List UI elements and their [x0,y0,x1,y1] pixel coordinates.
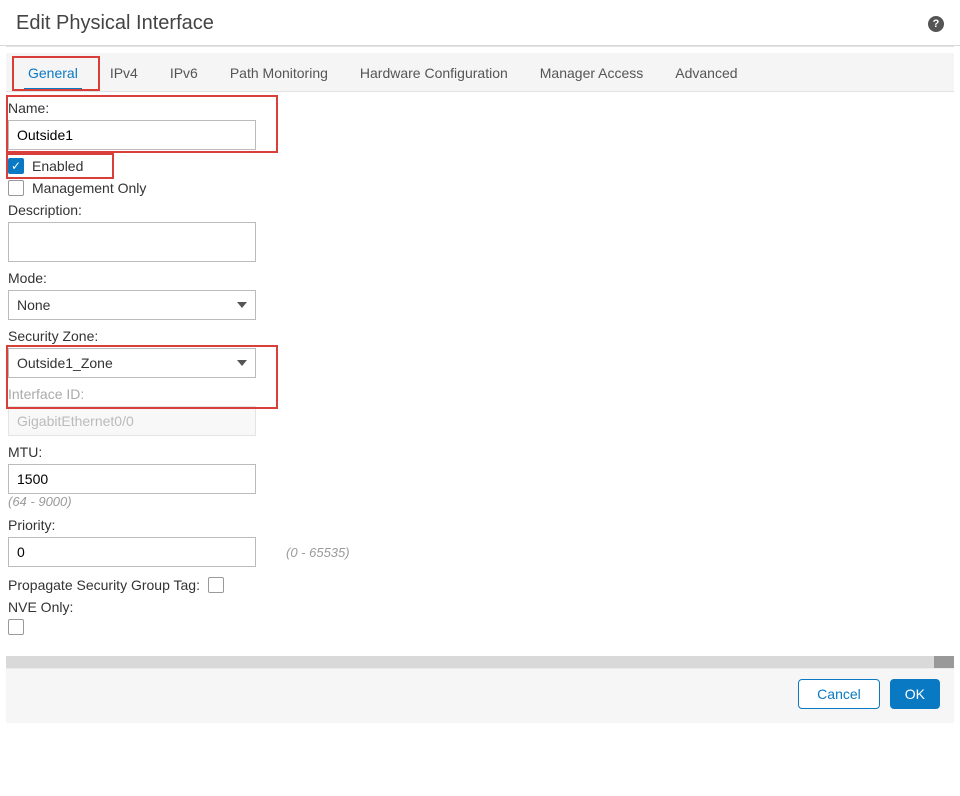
field-mtu: MTU: (64 - 9000) [8,444,952,509]
help-icon[interactable]: ? [928,16,944,32]
mtu-label: MTU: [8,444,952,460]
name-label: Name: [8,100,952,116]
psgt-checkbox[interactable] [208,577,224,593]
field-description: Description: [8,202,952,262]
management-only-label: Management Only [32,180,146,196]
priority-hint: (0 - 65535) [286,545,350,560]
nve-only-label: NVE Only: [8,599,952,615]
field-propagate-security-group-tag: Propagate Security Group Tag: [8,577,952,593]
security-zone-select[interactable]: Outside1_Zone [8,348,256,378]
mode-select[interactable]: None [8,290,256,320]
priority-input[interactable] [8,537,256,567]
field-management-only: Management Only [8,180,952,196]
mode-label: Mode: [8,270,952,286]
priority-label: Priority: [8,517,952,533]
field-priority: Priority: (0 - 65535) [8,517,952,567]
dialog-header: Edit Physical Interface ? [0,0,960,46]
form-content: Name: ✓ Enabled Management Only Descript… [0,92,960,650]
horizontal-scrollbar[interactable] [6,656,954,668]
tab-advanced[interactable]: Advanced [659,53,753,91]
enabled-checkbox[interactable]: ✓ [8,158,24,174]
security-zone-value: Outside1_Zone [17,355,113,371]
edit-physical-interface-dialog: Edit Physical Interface ? General IPv4 I… [0,0,960,723]
field-nve-only: NVE Only: [8,599,952,638]
ok-button[interactable]: OK [890,679,940,709]
tab-general[interactable]: General [12,53,94,91]
psgt-label: Propagate Security Group Tag: [8,577,200,593]
management-only-checkbox[interactable] [8,180,24,196]
mode-value: None [17,297,50,313]
mtu-hint: (64 - 9000) [8,494,952,509]
name-input[interactable] [8,120,256,150]
field-enabled: ✓ Enabled [8,158,952,174]
nve-only-checkbox[interactable] [8,619,24,635]
mtu-input[interactable] [8,464,256,494]
tab-bar: General IPv4 IPv6 Path Monitoring Hardwa… [6,53,954,92]
tab-ipv4[interactable]: IPv4 [94,53,154,91]
field-name: Name: [8,100,952,150]
description-input[interactable] [8,222,256,262]
cancel-button[interactable]: Cancel [798,679,880,709]
description-label: Description: [8,202,952,218]
interface-id-value: GigabitEthernet0/0 [8,406,256,436]
security-zone-label: Security Zone: [8,328,952,344]
interface-id-label: Interface ID: [8,386,952,402]
dialog-footer: Cancel OK [6,668,954,723]
tab-path-monitoring[interactable]: Path Monitoring [214,53,344,91]
tab-ipv6[interactable]: IPv6 [154,53,214,91]
tab-manager-access[interactable]: Manager Access [524,53,660,91]
field-mode: Mode: None [8,270,952,320]
chevron-down-icon [237,360,247,366]
field-security-zone: Security Zone: Outside1_Zone [8,328,952,378]
chevron-down-icon [237,302,247,308]
field-interface-id: Interface ID: GigabitEthernet0/0 [8,386,952,436]
tab-hardware-configuration[interactable]: Hardware Configuration [344,53,524,91]
enabled-label: Enabled [32,158,83,174]
dialog-title: Edit Physical Interface [16,12,214,35]
